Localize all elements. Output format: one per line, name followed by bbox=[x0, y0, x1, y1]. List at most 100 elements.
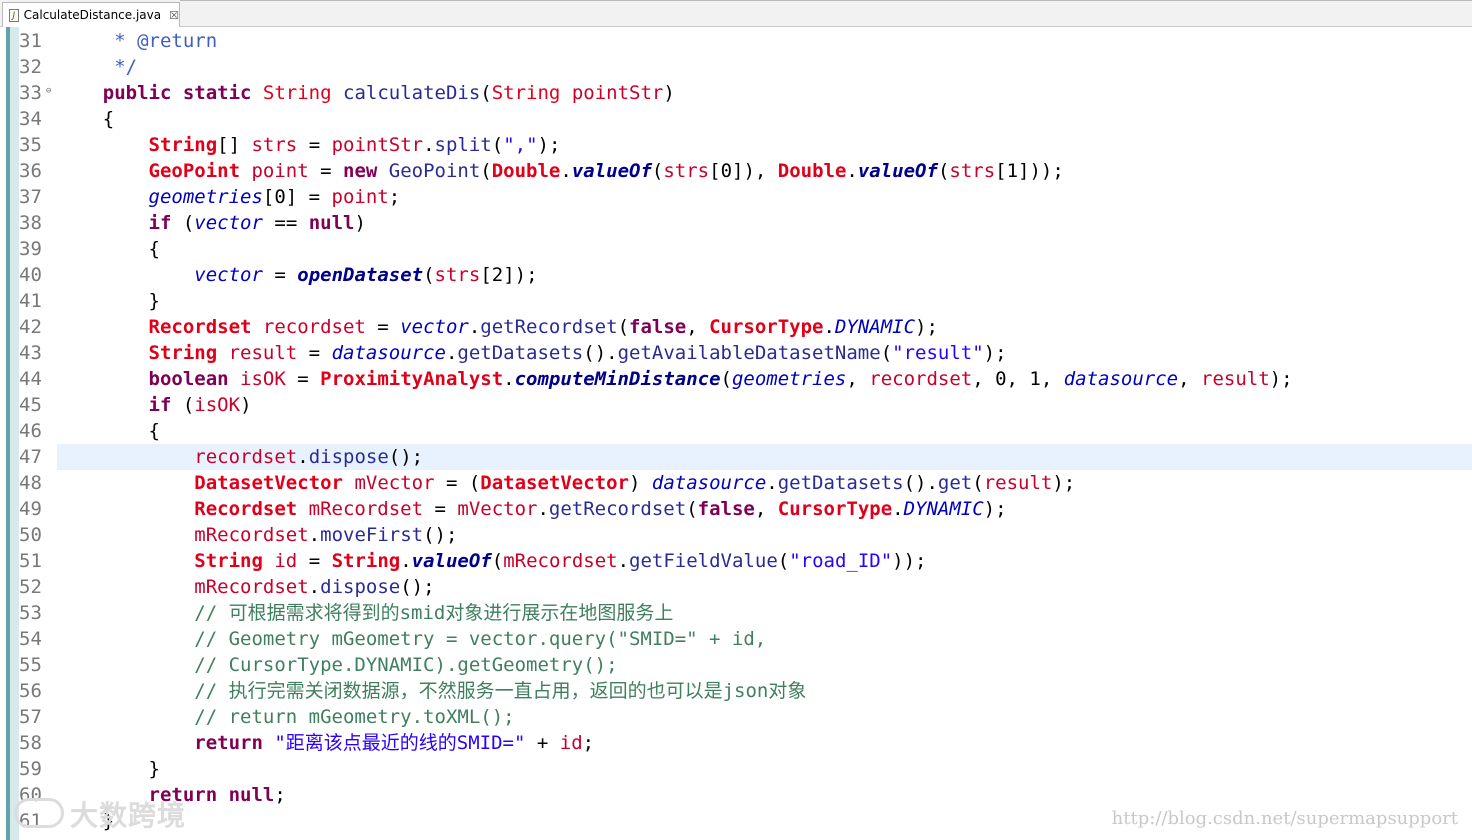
code-token: // Geometry mGeometry = vector.query("SM… bbox=[194, 628, 767, 650]
code-token: (); bbox=[400, 576, 435, 598]
code-token: CursorType bbox=[709, 316, 824, 338]
code-line[interactable]: 32 */ bbox=[0, 54, 1472, 80]
line-number: 43 bbox=[19, 342, 42, 364]
code-token: false bbox=[629, 316, 687, 338]
code-text: { bbox=[57, 236, 1472, 262]
code-token: recordset bbox=[869, 368, 973, 390]
code-text: Recordset recordset = vector.getRecordse… bbox=[57, 314, 1472, 340]
line-number: 53 bbox=[19, 602, 42, 624]
code-token: vector bbox=[400, 316, 469, 338]
code-token: getFieldValue bbox=[629, 550, 778, 572]
code-token: pointStr bbox=[571, 82, 664, 104]
code-token: ( bbox=[491, 134, 504, 156]
code-line[interactable]: 34 { bbox=[0, 106, 1472, 132]
code-token: getRecordset bbox=[548, 498, 687, 520]
code-editor[interactable]: 31 * @return 32 */33 ⊖ public static Strin… bbox=[0, 27, 1472, 840]
tab-calculate-distance[interactable]: J CalculateDistance.java ☒ bbox=[2, 2, 180, 27]
code-line[interactable]: 57 // return mGeometry.toXML(); bbox=[0, 704, 1472, 730]
line-number: 45 bbox=[19, 394, 42, 416]
code-token: false bbox=[697, 498, 755, 520]
close-icon[interactable]: ☒ bbox=[169, 9, 179, 22]
code-line[interactable]: 56 // 执行完需关闭数据源，不然服务一直占用，返回的也可以是json对象 bbox=[0, 678, 1472, 704]
code-line[interactable]: 60 return null; bbox=[0, 782, 1472, 808]
line-number: 38 bbox=[19, 212, 42, 234]
code-token: String bbox=[194, 550, 275, 572]
watermark-logo-icon bbox=[14, 798, 64, 828]
code-token: . bbox=[503, 368, 515, 390]
code-text: // 执行完需关闭数据源，不然服务一直占用，返回的也可以是json对象 bbox=[57, 678, 1472, 704]
code-text: // return mGeometry.toXML(); bbox=[57, 704, 1472, 730]
code-token: , bbox=[1178, 368, 1201, 390]
code-line[interactable]: 35 String[] strs = pointStr.split(","); bbox=[0, 132, 1472, 158]
code-token: valueOf bbox=[857, 160, 938, 182]
tab-bar-divider bbox=[180, 0, 1472, 1]
code-line[interactable]: 53 // 可根据需求将得到的smid对象进行展示在地图服务上 bbox=[0, 600, 1472, 626]
code-token: DYNAMIC bbox=[903, 498, 984, 520]
watermark-url: http://blog.csdn.net/supermapsupport bbox=[1111, 808, 1458, 829]
code-line[interactable]: 54 // Geometry mGeometry = vector.query(… bbox=[0, 626, 1472, 652]
code-line[interactable]: 40 vector = openDataset(strs[2]); bbox=[0, 262, 1472, 288]
code-token: String bbox=[148, 134, 218, 156]
code-token: mRecordset bbox=[308, 498, 424, 520]
code-token: calculateDis bbox=[343, 82, 481, 104]
code-line[interactable]: 38 if (vector == null) bbox=[0, 210, 1472, 236]
code-line[interactable]: 33 ⊖ public static String calculateDis(St… bbox=[0, 80, 1472, 106]
code-line[interactable]: 50 mRecordset.moveFirst(); bbox=[0, 522, 1472, 548]
code-token: point bbox=[331, 186, 389, 208]
code-token: strs bbox=[663, 160, 710, 182]
code-token: == bbox=[262, 212, 309, 234]
code-line[interactable]: 48 DatasetVector mVector = (DatasetVecto… bbox=[0, 470, 1472, 496]
code-line[interactable]: 47 recordset.dispose(); bbox=[0, 444, 1472, 470]
code-line[interactable]: 44 boolean isOK = ProximityAnalyst.compu… bbox=[0, 366, 1472, 392]
fold-toggle-icon[interactable]: ⊖ bbox=[46, 86, 51, 96]
code-line[interactable]: 43 String result = datasource.getDataset… bbox=[0, 340, 1472, 366]
code-line[interactable]: 45 if (isOK) bbox=[0, 392, 1472, 418]
code-text: */ bbox=[57, 54, 1472, 80]
code-token: Double bbox=[777, 160, 847, 182]
code-token: result bbox=[1201, 368, 1270, 390]
code-token: ); bbox=[1269, 368, 1293, 390]
code-token: , 0, 1, bbox=[972, 368, 1064, 390]
java-file-icon: J bbox=[9, 8, 19, 22]
code-token: new bbox=[343, 160, 389, 182]
editor-tab-bar: J CalculateDistance.java ☒ bbox=[0, 0, 1472, 27]
code-line[interactable]: 51 String id = String.valueOf(mRecordset… bbox=[0, 548, 1472, 574]
code-line[interactable]: 46 { bbox=[0, 418, 1472, 444]
code-line[interactable]: 59 } bbox=[0, 756, 1472, 782]
code-line[interactable]: 55 // CursorType.DYNAMIC).getGeometry(); bbox=[0, 652, 1472, 678]
code-token: ; bbox=[388, 186, 401, 208]
code-token: ( bbox=[686, 498, 698, 520]
code-line[interactable]: 31 * @return bbox=[0, 28, 1472, 54]
code-token: . bbox=[846, 160, 858, 182]
code-token: . bbox=[823, 316, 835, 338]
code-token: ( bbox=[491, 550, 504, 572]
code-line[interactable]: 37 geometries[0] = point; bbox=[0, 184, 1472, 210]
code-token: DatasetVector bbox=[194, 472, 355, 494]
code-line[interactable]: 52 mRecordset.dispose(); bbox=[0, 574, 1472, 600]
code-token: (); bbox=[388, 446, 424, 468]
code-token: split bbox=[434, 134, 492, 156]
code-token: mRecordset bbox=[194, 524, 309, 546]
code-line[interactable]: 42 Recordset recordset = vector.getRecor… bbox=[0, 314, 1472, 340]
code-line[interactable]: 49 Recordset mRecordset = mVector.getRec… bbox=[0, 496, 1472, 522]
code-token: [0] = bbox=[262, 186, 332, 208]
code-token: )); bbox=[892, 550, 927, 572]
code-token: result bbox=[983, 472, 1053, 494]
code-token: datasource bbox=[651, 472, 767, 494]
code-text: return null; bbox=[57, 782, 1472, 808]
code-token: ( bbox=[880, 342, 893, 364]
code-token: ); bbox=[537, 134, 561, 156]
code-line[interactable]: 41 } bbox=[0, 288, 1472, 314]
code-text: String result = datasource.getDatasets()… bbox=[57, 340, 1472, 366]
code-token: getDatasets bbox=[457, 342, 584, 364]
code-text: String[] strs = pointStr.split(","); bbox=[57, 132, 1472, 158]
code-line[interactable]: 36 GeoPoint point = new GeoPoint(Double.… bbox=[0, 158, 1472, 184]
code-line[interactable]: 58 return "距离该点最近的线的SMID=" + id; bbox=[0, 730, 1472, 756]
code-token: // CursorType.DYNAMIC).getGeometry(); bbox=[194, 654, 618, 676]
code-line[interactable]: 39 { bbox=[0, 236, 1472, 262]
